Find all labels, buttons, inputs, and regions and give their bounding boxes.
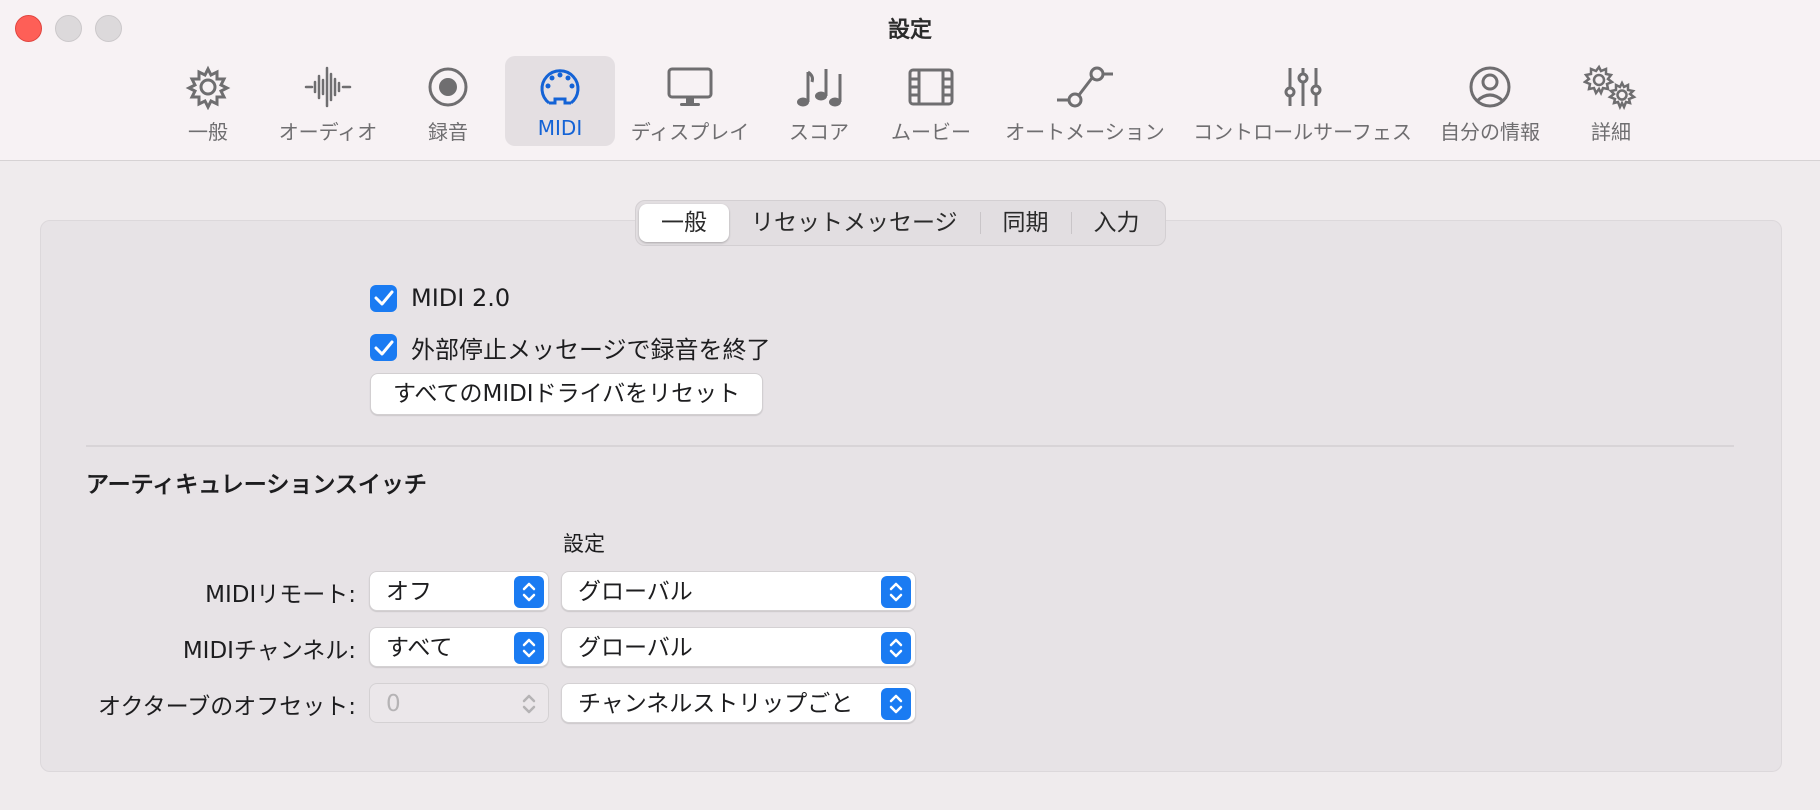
toolbar-display[interactable]: ディスプレイ — [625, 56, 755, 146]
toolbar-label: オートメーション — [1005, 120, 1165, 144]
tab-reset-messages[interactable]: リセットメッセージ — [729, 204, 980, 242]
midi-remote-setting-popup[interactable]: グローバル — [561, 571, 916, 611]
midi2-row: MIDI 2.0 — [370, 284, 510, 312]
midi-remote-popup[interactable]: オフ — [369, 571, 549, 611]
title-bar: 設定 一般 オーディオ 録音 MIDI ディスプレイ スコア ムービー オートメ… — [0, 0, 1820, 161]
chevron-updown-icon — [881, 688, 911, 720]
toolbar-label: コントロールサーフェス — [1193, 120, 1412, 144]
articulation-section-title: アーティキュレーションスイッチ — [86, 472, 427, 498]
popup-value: 0 — [386, 691, 401, 717]
chevron-updown-icon — [881, 632, 911, 664]
toolbar-audio[interactable]: オーディオ — [268, 56, 388, 146]
toolbar-automation[interactable]: オートメーション — [1000, 56, 1170, 146]
chevron-updown-icon — [881, 576, 911, 608]
tab-bar: 一般 リセットメッセージ 同期 入力 — [635, 200, 1166, 246]
display-icon — [667, 67, 713, 106]
toolbar-movie[interactable]: ムービー — [876, 56, 986, 146]
person-icon — [1469, 66, 1511, 108]
checkmark-icon — [374, 290, 393, 306]
midi-settings-window: 設定 一般 オーディオ 録音 MIDI ディスプレイ スコア ムービー オートメ… — [0, 0, 1820, 810]
toolbar-record[interactable]: 録音 — [405, 56, 491, 146]
popup-value: チャンネルストリップごと — [578, 691, 854, 717]
checkmark-icon — [374, 340, 393, 355]
toolbar-control-surfaces[interactable]: コントロールサーフェス — [1190, 56, 1415, 146]
tab-sync[interactable]: 同期 — [981, 204, 1071, 242]
reset-midi-drivers-button[interactable]: すべてのMIDIドライバをリセット — [370, 373, 764, 415]
toolbar-label: オーディオ — [278, 120, 378, 144]
popup-value: すべて — [386, 635, 453, 661]
film-icon — [908, 68, 954, 106]
popup-value: オフ — [386, 579, 432, 605]
waveform-icon — [304, 66, 352, 108]
midi-remote-label: MIDIリモート: — [205, 582, 356, 608]
popup-value: グローバル — [578, 635, 693, 661]
toolbar-score[interactable]: スコア — [776, 56, 862, 146]
section-divider — [86, 445, 1734, 447]
chevron-updown-icon — [514, 576, 544, 608]
toolbar-label: 録音 — [428, 120, 468, 144]
midi-channel-setting-popup[interactable]: グローバル — [561, 627, 916, 667]
toolbar-label: スコア — [789, 120, 849, 144]
toolbar-general[interactable]: 一般 — [165, 56, 251, 146]
toolbar-label: 詳細 — [1591, 120, 1631, 144]
record-icon — [428, 67, 468, 107]
tab-input[interactable]: 入力 — [1072, 204, 1162, 242]
toolbar-label: MIDI — [537, 116, 583, 140]
toolbar-label: 自分の情報 — [1440, 120, 1540, 144]
tab-general[interactable]: 一般 — [639, 204, 729, 242]
toolbar-my-info[interactable]: 自分の情報 — [1435, 56, 1545, 146]
octave-offset-stepper: 0 — [369, 683, 549, 723]
chevron-updown-icon — [514, 688, 544, 720]
setting-column-header: 設定 — [563, 532, 605, 556]
external-stop-checkbox[interactable] — [370, 334, 397, 361]
popup-value: グローバル — [578, 579, 693, 605]
gears-icon — [1583, 64, 1637, 110]
music-notes-icon — [797, 69, 842, 107]
midi-channel-popup[interactable]: すべて — [369, 627, 549, 667]
midi2-checkbox[interactable] — [370, 284, 397, 312]
automation-icon — [1057, 66, 1113, 108]
external-stop-label: 外部停止メッセージで録音を終了 — [411, 336, 771, 364]
midi-connector-icon — [540, 69, 580, 105]
toolbar-label: ムービー — [891, 120, 971, 144]
toolbar-label: ディスプレイ — [630, 120, 750, 144]
toolbar-label: 一般 — [188, 120, 228, 144]
midi2-label: MIDI 2.0 — [411, 284, 511, 312]
toolbar-advanced[interactable]: 詳細 — [1568, 56, 1654, 146]
window-title: 設定 — [887, 18, 932, 43]
midi-channel-label: MIDIチャンネル: — [182, 638, 356, 664]
chevron-updown-icon — [514, 632, 544, 664]
octave-offset-label: オクターブのオフセット: — [98, 694, 356, 720]
sliders-icon — [1284, 68, 1321, 106]
octave-offset-setting-popup[interactable]: チャンネルストリップごと — [561, 683, 916, 723]
external-stop-row: 外部停止メッセージで録音を終了 — [370, 330, 771, 365]
toolbar-midi[interactable]: MIDI — [505, 56, 615, 146]
gear-icon — [185, 65, 231, 110]
